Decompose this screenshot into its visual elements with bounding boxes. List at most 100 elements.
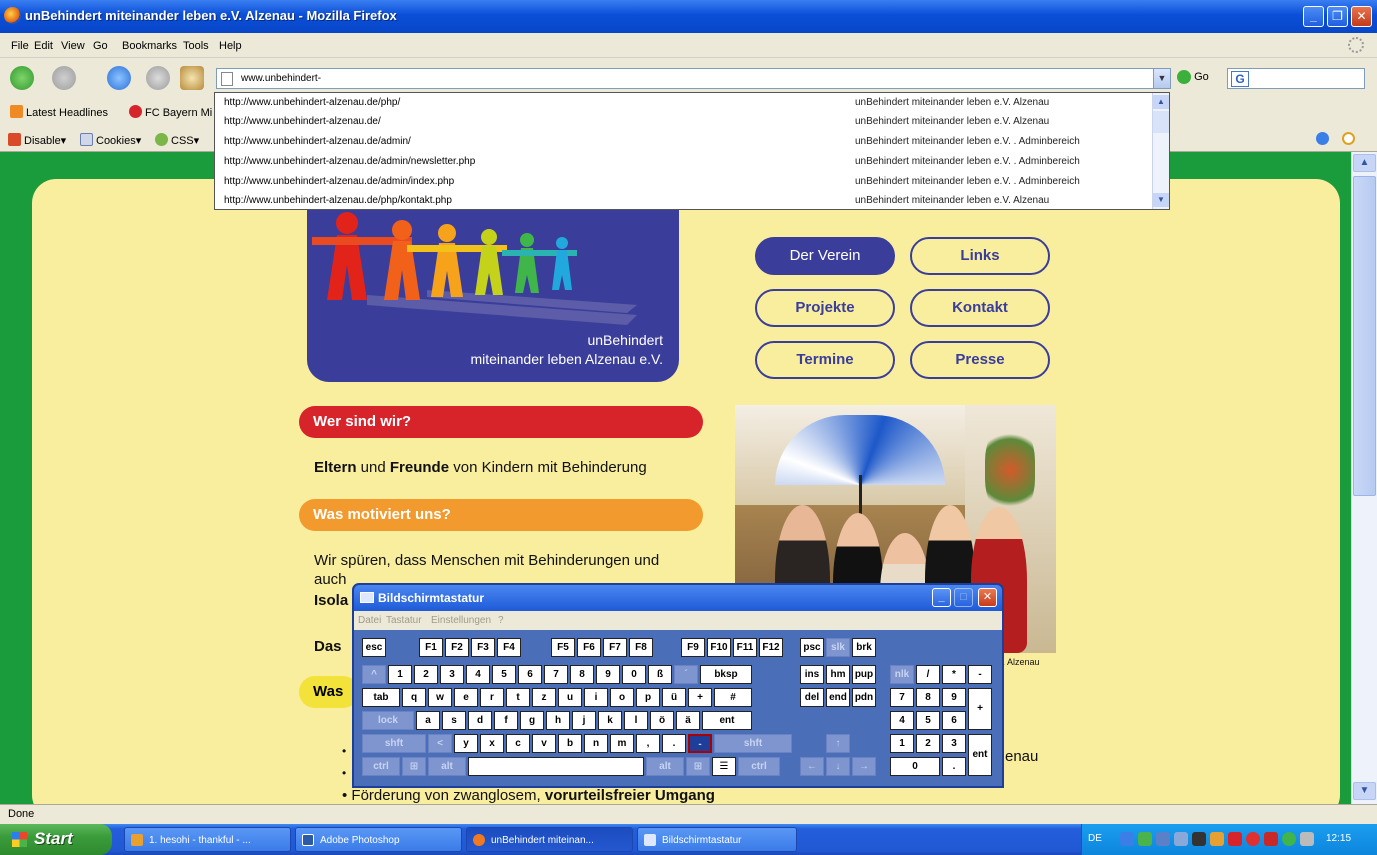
osk-key[interactable]: pup [852, 665, 876, 684]
osk-key[interactable]: bksp [700, 665, 752, 684]
osk-key[interactable]: . [662, 734, 686, 753]
osk-key[interactable]: g [520, 711, 544, 730]
osk-key[interactable]: , [636, 734, 660, 753]
osk-key[interactable]: 2 [916, 734, 940, 753]
osk-key[interactable]: 1 [388, 665, 412, 684]
osk-key[interactable]: ins [800, 665, 824, 684]
osk-close-button[interactable]: ✕ [978, 588, 997, 607]
start-button[interactable]: Start [0, 824, 112, 855]
osk-key[interactable]: - [968, 665, 992, 684]
osk-key[interactable]: F12 [759, 638, 783, 657]
osk-key[interactable]: + [688, 688, 712, 707]
nav-presse[interactable]: Presse [910, 341, 1050, 379]
osk-key[interactable]: n [584, 734, 608, 753]
osk-key[interactable]: y [454, 734, 478, 753]
osk-key[interactable]: f [494, 711, 518, 730]
osk-key[interactable]: tab [362, 688, 400, 707]
scroll-up-icon[interactable]: ▲ [1153, 95, 1169, 109]
osk-key[interactable]: brk [852, 638, 876, 657]
osk-key[interactable]: F8 [629, 638, 653, 657]
osk-key[interactable]: 2 [414, 665, 438, 684]
osk-key[interactable]: slk [826, 638, 850, 657]
css-menu[interactable]: CSS▾ [155, 133, 199, 147]
osk-key[interactable]: m [610, 734, 634, 753]
osk-key[interactable]: r [480, 688, 504, 707]
osk-key[interactable]: ↑ [826, 734, 850, 753]
task-hesohi[interactable]: 1. hesohi - thankful - ... [124, 827, 291, 852]
osk-key[interactable]: del [800, 688, 824, 707]
osk-key[interactable]: F3 [471, 638, 495, 657]
osk-menu-tastatur[interactable]: Tastatur [386, 615, 422, 626]
osk-key[interactable]: 7 [544, 665, 568, 684]
osk-key[interactable]: 3 [440, 665, 464, 684]
nav-kontakt[interactable]: Kontakt [910, 289, 1050, 327]
restore-button[interactable]: ❐ [1327, 6, 1348, 27]
autocomplete-item[interactable]: http://www.unbehindert-alzenau.de/admin/… [215, 132, 1153, 152]
osk-key[interactable]: ö [650, 711, 674, 730]
tray-icon[interactable] [1192, 832, 1206, 846]
menu-help[interactable]: Help [219, 40, 242, 52]
task-firefox[interactable]: unBehindert miteinan... [466, 827, 633, 852]
osk-key[interactable]: 6 [518, 665, 542, 684]
osk-key[interactable]: pdn [852, 688, 876, 707]
tray-icon[interactable] [1246, 832, 1260, 846]
osk-key[interactable]: alt [646, 757, 684, 776]
osk-key[interactable]: ´ [674, 665, 698, 684]
back-icon[interactable] [10, 66, 34, 90]
osk-key[interactable]: t [506, 688, 530, 707]
scroll-down-icon[interactable]: ▼ [1353, 782, 1376, 800]
osk-key[interactable]: 3 [942, 734, 966, 753]
osk-key[interactable]: l [624, 711, 648, 730]
tray-icon[interactable] [1282, 832, 1296, 846]
menu-view[interactable]: View [61, 40, 85, 52]
osk-key[interactable]: 7 [890, 688, 914, 707]
osk-key[interactable]: shft [714, 734, 792, 753]
osk-key[interactable]: 4 [890, 711, 914, 730]
osk-key[interactable]: k [598, 711, 622, 730]
task-photoshop[interactable]: Adobe Photoshop [295, 827, 462, 852]
osk-key[interactable]: ☰ [712, 757, 736, 776]
scroll-down-icon[interactable]: ▼ [1153, 193, 1169, 207]
osk-key[interactable]: F9 [681, 638, 705, 657]
osk-key[interactable]: ^ [362, 665, 386, 684]
osk-key[interactable]: ä [676, 711, 700, 730]
osk-key[interactable]: end [826, 688, 850, 707]
osk-key[interactable]: v [532, 734, 556, 753]
osk-key[interactable]: ctrl [738, 757, 780, 776]
osk-key[interactable]: 1 [890, 734, 914, 753]
osk-key[interactable]: ü [662, 688, 686, 707]
osk-key[interactable]: hm [826, 665, 850, 684]
osk-key[interactable]: 0 [890, 757, 940, 776]
url-input[interactable]: www.unbehindert- [241, 73, 321, 84]
tray-icon[interactable] [1174, 832, 1188, 846]
osk-key[interactable]: i [584, 688, 608, 707]
close-button[interactable]: ✕ [1351, 6, 1372, 27]
osk-key[interactable]: ent [702, 711, 752, 730]
osk-key[interactable]: a [416, 711, 440, 730]
osk-menu-datei[interactable]: Datei [358, 615, 381, 626]
osk-key[interactable]: * [942, 665, 966, 684]
osk-key[interactable]: w [428, 688, 452, 707]
validate-icon[interactable] [1316, 132, 1329, 145]
osk-key[interactable]: lock [362, 711, 414, 730]
osk-key[interactable]: - [688, 734, 712, 753]
osk-key[interactable]: F10 [707, 638, 731, 657]
osk-key[interactable]: j [572, 711, 596, 730]
osk-key[interactable]: esc [362, 638, 386, 657]
osk-key[interactable]: < [428, 734, 452, 753]
osk-menu-help[interactable]: ? [498, 615, 504, 626]
osk-key[interactable]: q [402, 688, 426, 707]
tray-icon[interactable] [1156, 832, 1170, 846]
minimize-button[interactable]: _ [1303, 6, 1324, 27]
menu-tools[interactable]: Tools [183, 40, 209, 52]
search-input[interactable]: G [1227, 68, 1365, 89]
scroll-up-icon[interactable]: ▲ [1353, 154, 1376, 172]
osk-minimize-button[interactable]: _ [932, 588, 951, 607]
menu-bookmarks[interactable]: Bookmarks [122, 40, 177, 52]
osk-key[interactable]: 8 [916, 688, 940, 707]
osk-key[interactable]: ß [648, 665, 672, 684]
disable-menu[interactable]: Disable▾ [8, 133, 66, 147]
osk-key[interactable]: 6 [942, 711, 966, 730]
osk-key[interactable]: alt [428, 757, 466, 776]
bookmark-fc-bayern[interactable]: FC Bayern Mi [129, 105, 212, 119]
